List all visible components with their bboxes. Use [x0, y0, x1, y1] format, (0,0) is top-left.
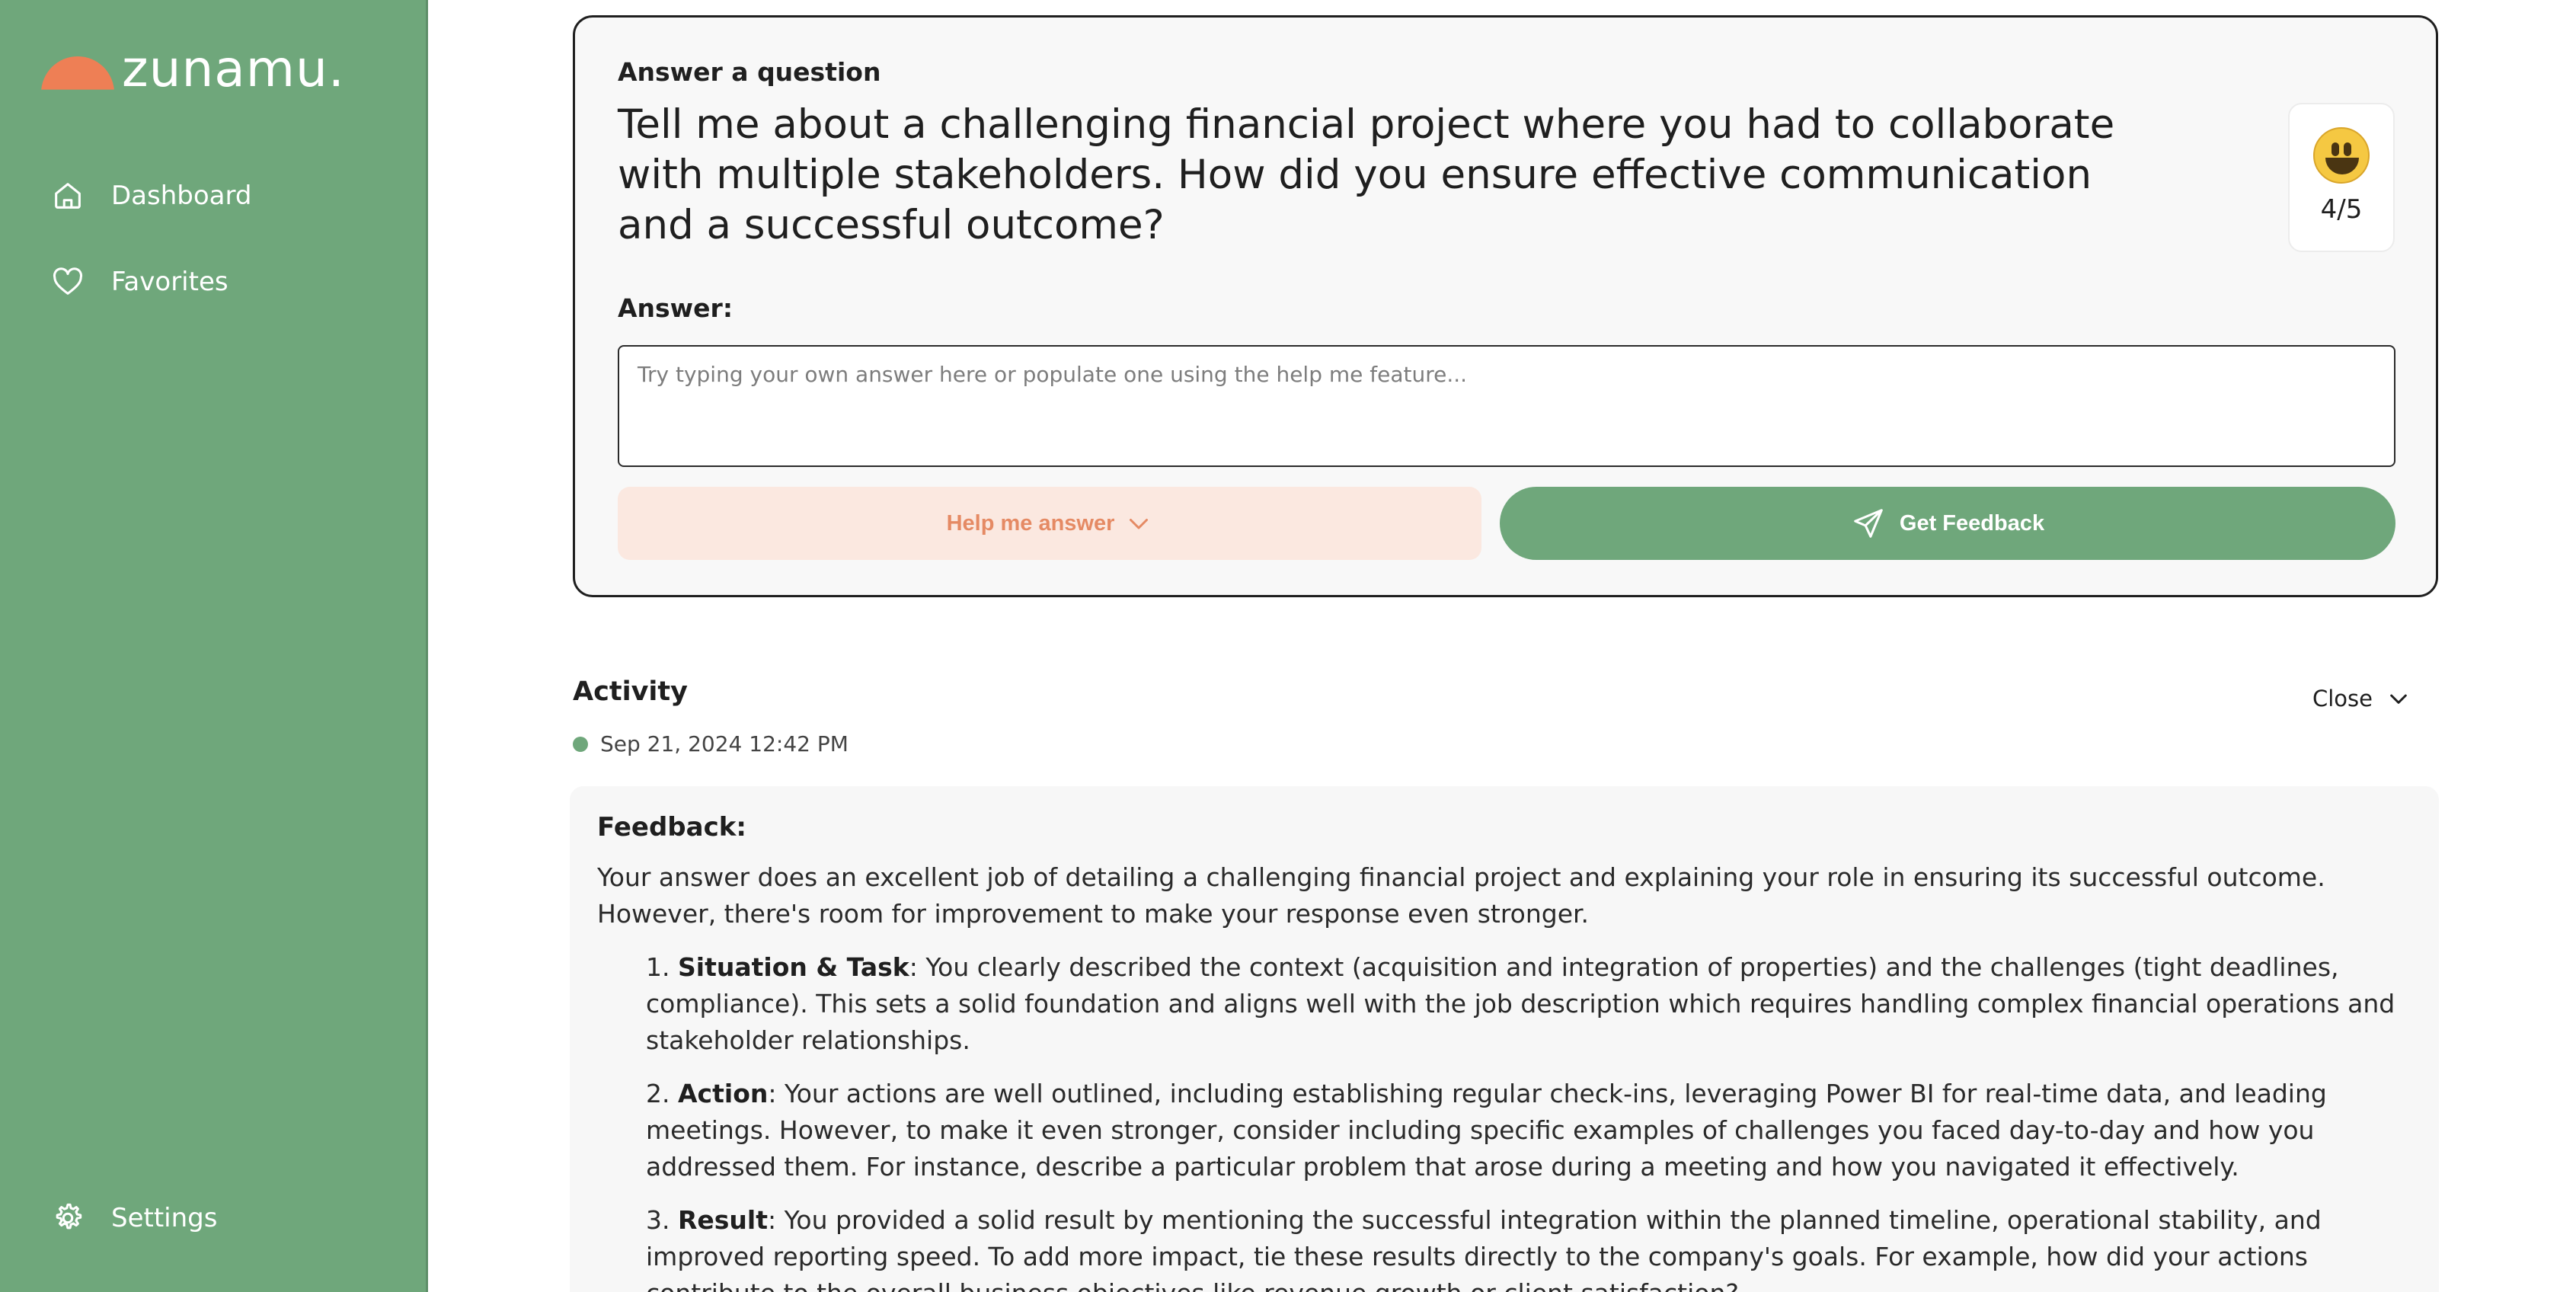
activity-timestamp: Sep 21, 2024 12:42 PM: [573, 731, 849, 756]
feedback-button-label: Get Feedback: [1899, 510, 2045, 536]
status-dot-icon: [573, 736, 588, 752]
sidebar-item-settings[interactable]: Settings: [50, 1201, 217, 1236]
sidebar-item-label: Dashboard: [111, 181, 252, 211]
smiley-icon: [2313, 127, 2370, 184]
question-card: Answer a question Tell me about a challe…: [573, 15, 2438, 597]
score-badge: 4/5: [2288, 103, 2395, 252]
sidebar: zunamu. Dashboard Favorites Settings: [0, 0, 428, 1292]
item-title: Situation & Task: [678, 952, 909, 982]
feedback-label: Feedback:: [597, 812, 746, 843]
help-button-label: Help me answer: [946, 510, 1115, 536]
help-me-answer-button[interactable]: Help me answer: [618, 487, 1481, 560]
chevron-down-icon: [1130, 519, 1149, 529]
question-text: Tell me about a challenging financial pr…: [618, 101, 2115, 248]
sidebar-item-label: Favorites: [111, 267, 229, 297]
app-logo[interactable]: zunamu.: [38, 40, 345, 98]
sidebar-item-label: Settings: [111, 1203, 218, 1233]
item-text: : Your actions are well outlined, includ…: [646, 1079, 2327, 1182]
score-value: 4/5: [2320, 194, 2363, 225]
item-title: Action: [678, 1079, 769, 1108]
item-number: 1.: [646, 952, 670, 982]
sidebar-item-dashboard[interactable]: Dashboard: [50, 178, 251, 213]
item-number: 3.: [646, 1205, 670, 1235]
activity-close-toggle[interactable]: Close: [2312, 686, 2411, 712]
activity-title: Activity: [573, 676, 688, 707]
item-text: : You provided a solid result by mention…: [646, 1205, 2322, 1292]
heart-icon: [53, 267, 83, 295]
sidebar-item-favorites[interactable]: Favorites: [50, 264, 229, 299]
sun-logo-icon: [38, 50, 114, 90]
feedback-item: 3. Result: You provided a solid result b…: [646, 1202, 2411, 1292]
answer-label: Answer:: [618, 293, 733, 323]
get-feedback-button[interactable]: Get Feedback: [1500, 487, 2395, 560]
feedback-card: Feedback: Your answer does an excellent …: [570, 786, 2439, 1292]
send-icon: [1854, 509, 1883, 538]
close-toggle-label: Close: [2312, 686, 2373, 712]
home-icon: [55, 183, 81, 209]
feedback-item: 1. Situation & Task: You clearly describ…: [646, 949, 2411, 1059]
feedback-intro: Your answer does an excellent job of det…: [597, 862, 2325, 929]
item-number: 2.: [646, 1079, 670, 1108]
timestamp-text: Sep 21, 2024 12:42 PM: [600, 731, 849, 756]
question-label: Answer a question: [618, 57, 881, 87]
feedback-item: 2. Action: Your actions are well outline…: [646, 1076, 2411, 1185]
chevron-down-icon: [2390, 694, 2407, 704]
item-title: Result: [678, 1205, 769, 1235]
app-name: zunamu.: [122, 40, 345, 98]
answer-input[interactable]: [618, 345, 2395, 467]
gear-icon: [56, 1203, 82, 1230]
